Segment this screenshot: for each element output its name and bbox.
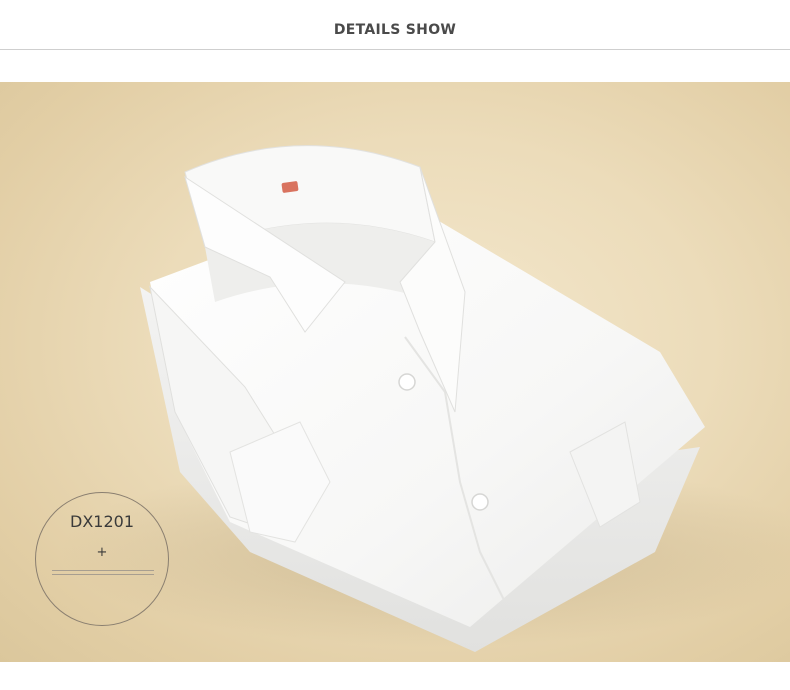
- header-divider: [0, 49, 790, 50]
- section-title: DETAILS SHOW: [333, 22, 457, 38]
- plus-icon: +: [96, 545, 108, 560]
- shirt-button-2: [471, 493, 489, 511]
- section-header: DETAILS SHOW: [0, 0, 790, 60]
- model-code: DX1201: [70, 512, 134, 531]
- shirt-button-1: [398, 373, 416, 391]
- badge-decorative-lines: [52, 570, 154, 578]
- product-detail-page: DETAILS SHOW DX1201 +: [0, 0, 790, 690]
